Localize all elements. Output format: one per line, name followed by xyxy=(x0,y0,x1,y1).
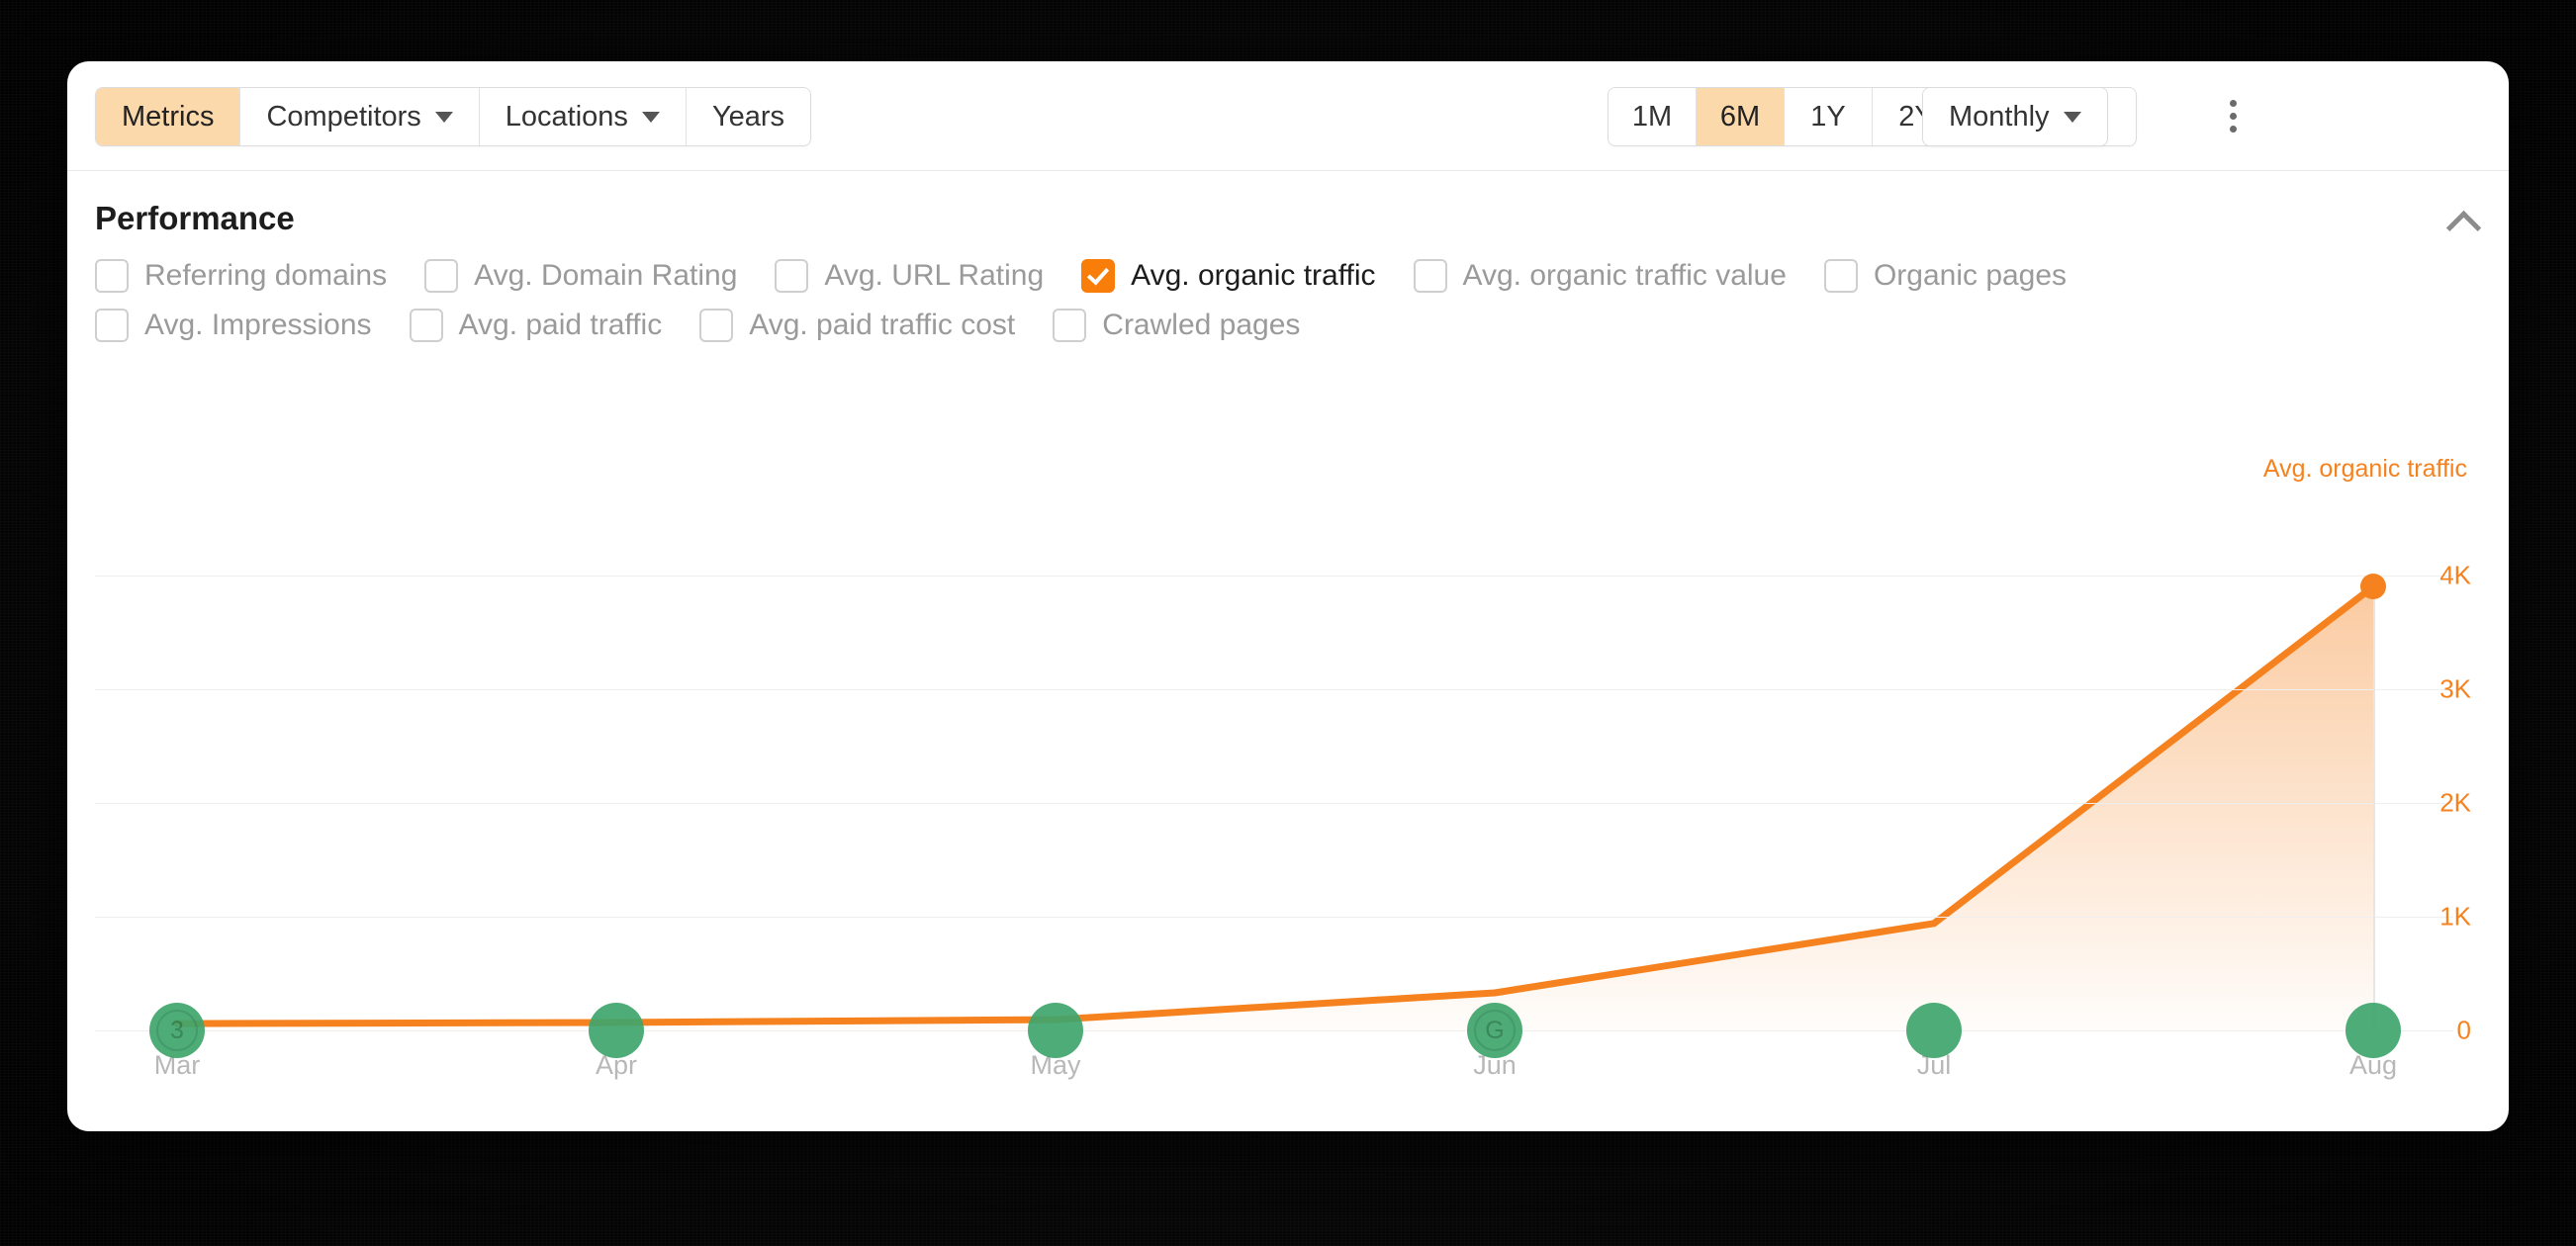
metric-label: Avg. organic traffic value xyxy=(1462,259,1787,292)
section-header: Performance xyxy=(95,188,2481,249)
range-1y-label: 1Y xyxy=(1810,100,1846,133)
tab-years-label: Years xyxy=(711,100,785,133)
more-options-button[interactable] xyxy=(2204,87,2261,144)
metric-filter-list: Referring domains Avg. Domain Rating Avg… xyxy=(95,259,2489,358)
kebab-dot xyxy=(2229,112,2237,120)
frequency-select[interactable]: Monthly xyxy=(1922,87,2108,146)
chart-gridline xyxy=(95,916,2453,918)
y-axis-tick-label: 1K xyxy=(2439,901,2471,932)
tab-competitors[interactable]: Competitors xyxy=(240,88,480,145)
checkbox-icon[interactable] xyxy=(1413,259,1447,293)
tab-metrics-label: Metrics xyxy=(122,100,215,133)
marker-label: G xyxy=(1485,1016,1505,1044)
google-update-marker[interactable] xyxy=(1906,1003,1962,1058)
checkbox-icon[interactable] xyxy=(775,259,809,293)
range-6m[interactable]: 6M xyxy=(1697,88,1785,145)
metric-avg-impressions[interactable]: Avg. Impressions xyxy=(95,309,372,342)
chart-legend-label: Avg. organic traffic xyxy=(2262,455,2467,483)
kebab-dot xyxy=(2229,99,2237,107)
metric-label: Referring domains xyxy=(144,259,388,292)
google-update-marker[interactable]: 3 xyxy=(149,1003,205,1058)
metric-label: Avg. paid traffic cost xyxy=(749,309,1016,341)
metric-avg-paid-traffic-cost[interactable]: Avg. paid traffic cost xyxy=(699,309,1015,342)
metric-label: Avg. URL Rating xyxy=(824,259,1045,292)
toolbar-divider xyxy=(67,170,2509,171)
range-1m-label: 1M xyxy=(1631,100,1673,133)
tab-metrics[interactable]: Metrics xyxy=(96,88,241,145)
checkbox-icon[interactable] xyxy=(424,259,459,293)
metric-avg-organic-traffic[interactable]: Avg. organic traffic xyxy=(1081,259,1376,293)
chart-gridline xyxy=(95,688,2453,690)
tab-competitors-label: Competitors xyxy=(266,100,421,133)
metric-label: Crawled pages xyxy=(1102,309,1301,341)
checkbox-icon[interactable] xyxy=(409,309,443,342)
metric-avg-organic-traffic-value[interactable]: Avg. organic traffic value xyxy=(1413,259,1787,293)
app-background: Metrics Competitors Locations Years 1M 6… xyxy=(0,0,2576,1246)
tab-years[interactable]: Years xyxy=(686,88,811,145)
chevron-down-icon xyxy=(2063,111,2081,123)
checkbox-icon[interactable] xyxy=(1823,259,1858,293)
metric-label: Avg. Domain Rating xyxy=(474,259,738,292)
metric-label: Avg. organic traffic xyxy=(1131,259,1376,292)
range-1m[interactable]: 1M xyxy=(1609,88,1697,145)
performance-card: Metrics Competitors Locations Years 1M 6… xyxy=(67,61,2509,1131)
range-6m-label: 6M xyxy=(1719,100,1761,133)
metric-row-1: Referring domains Avg. Domain Rating Avg… xyxy=(95,259,2489,293)
chart-gridline xyxy=(95,802,2453,804)
kebab-dot xyxy=(2229,125,2237,133)
metric-label: Avg. paid traffic xyxy=(458,309,663,341)
metric-crawled-pages[interactable]: Crawled pages xyxy=(1053,309,1300,342)
performance-chart: Avg. organic traffic August 2024 Avg. or… xyxy=(95,455,2481,1114)
chevron-down-icon xyxy=(641,111,660,123)
y-axis-tick-label: 2K xyxy=(2439,787,2471,818)
chart-svg xyxy=(173,582,2377,1030)
chart-end-point[interactable] xyxy=(2360,574,2386,600)
checkbox-icon[interactable] xyxy=(699,309,734,342)
checkbox-icon[interactable] xyxy=(95,309,129,342)
google-update-marker[interactable]: G xyxy=(1467,1003,1522,1058)
metric-avg-url-rating[interactable]: Avg. URL Rating xyxy=(775,259,1044,293)
metric-referring-domains[interactable]: Referring domains xyxy=(95,259,387,293)
page-title: Performance xyxy=(95,200,295,236)
y-axis-tick-label: 4K xyxy=(2439,560,2471,590)
google-update-marker[interactable] xyxy=(589,1003,644,1058)
view-tab-group: Metrics Competitors Locations Years xyxy=(95,87,812,146)
metric-label: Avg. Impressions xyxy=(144,309,372,341)
frequency-select-button[interactable]: Monthly xyxy=(1923,88,2107,145)
chart-gridline xyxy=(95,575,2453,577)
chevron-up-icon[interactable] xyxy=(2447,202,2481,235)
chart-hover-guide xyxy=(2373,586,2375,1030)
tab-locations[interactable]: Locations xyxy=(479,88,687,145)
checkbox-checked-icon[interactable] xyxy=(1081,259,1116,293)
chart-plot-area[interactable] xyxy=(123,518,2428,1030)
metric-label: Organic pages xyxy=(1873,259,2068,292)
toolbar: Metrics Competitors Locations Years 1M 6… xyxy=(67,61,2509,170)
metric-avg-paid-traffic[interactable]: Avg. paid traffic xyxy=(409,309,663,342)
frequency-label: Monthly xyxy=(1949,100,2050,133)
chevron-down-icon xyxy=(434,111,453,123)
y-axis-tick-label: 3K xyxy=(2439,673,2471,704)
metric-row-2: Avg. Impressions Avg. paid traffic Avg. … xyxy=(95,309,2489,342)
google-update-marker[interactable] xyxy=(2346,1003,2401,1058)
google-update-marker[interactable] xyxy=(1028,1003,1083,1058)
range-1y[interactable]: 1Y xyxy=(1785,88,1873,145)
tab-locations-label: Locations xyxy=(505,100,628,133)
metric-organic-pages[interactable]: Organic pages xyxy=(1823,259,2068,293)
checkbox-icon[interactable] xyxy=(95,259,129,293)
chart-gridline xyxy=(95,1030,2453,1031)
metric-avg-domain-rating[interactable]: Avg. Domain Rating xyxy=(424,259,737,293)
marker-label: 3 xyxy=(170,1016,184,1044)
y-axis-tick-label: 0 xyxy=(2456,1015,2471,1045)
checkbox-icon[interactable] xyxy=(1053,309,1087,342)
